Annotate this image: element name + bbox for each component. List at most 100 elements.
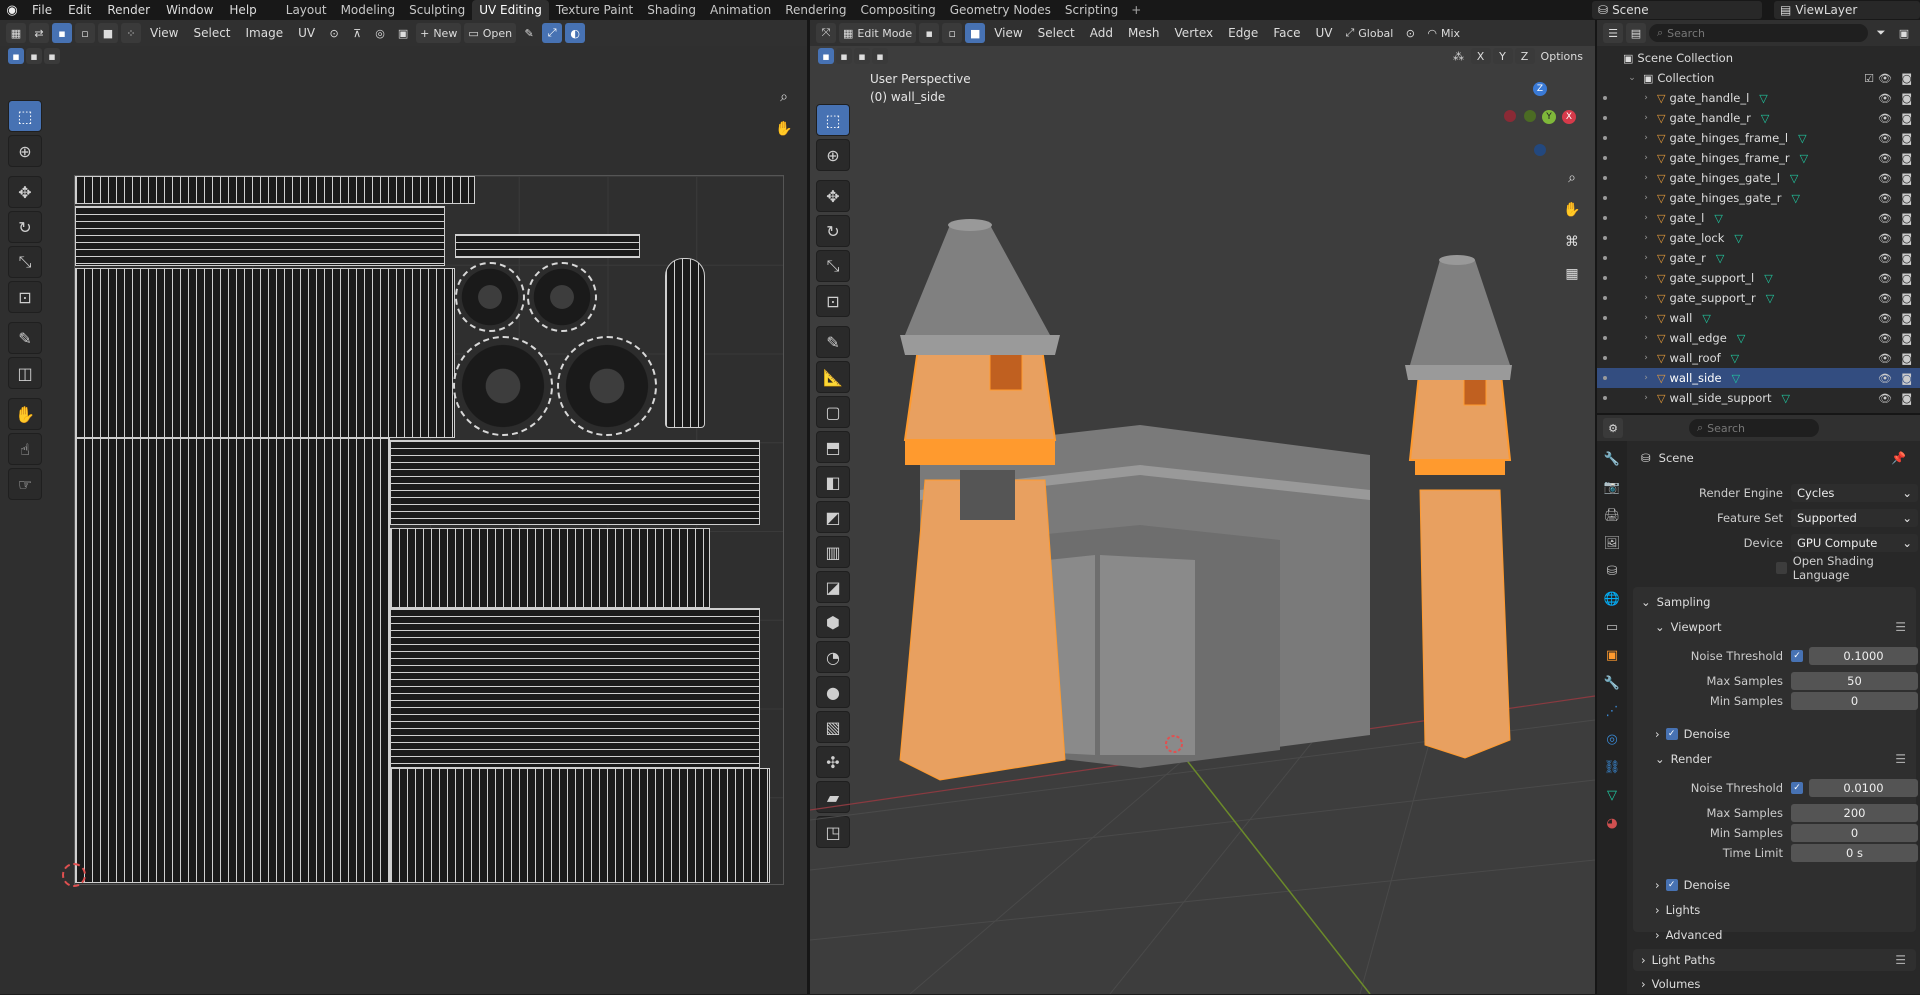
list-icon[interactable]: ☰ — [1895, 752, 1906, 766]
physics-tab-icon[interactable]: ◎ — [1601, 729, 1623, 749]
mesh-data-icon[interactable]: ▽ — [1731, 352, 1739, 365]
render-camera-icon[interactable]: ◙ — [1901, 312, 1912, 325]
pan-hand-icon[interactable]: ✋ — [771, 116, 797, 142]
chevron-right-icon[interactable]: › — [1639, 153, 1653, 163]
move-tool-icon[interactable]: ✥ — [8, 176, 42, 208]
render-camera-icon[interactable]: ◙ — [1901, 92, 1912, 105]
tab-scripting[interactable]: Scripting — [1058, 0, 1125, 20]
outliner-object-row[interactable]: › ▽ gate_handle_l ▽ 👁 ◙ — [1597, 88, 1920, 108]
visibility-eye-icon[interactable]: 👁 — [1878, 72, 1892, 85]
device-dropdown[interactable]: GPU Compute ⌄ — [1791, 534, 1918, 552]
outliner-object-row[interactable]: › ▽ gate_lock ▽ 👁 ◙ — [1597, 228, 1920, 248]
chevron-right-icon[interactable]: › — [1639, 193, 1653, 203]
mesh-data-icon[interactable]: ▽ — [1734, 232, 1742, 245]
menu-help[interactable]: Help — [221, 0, 264, 20]
visibility-eye-icon[interactable]: 👁 — [1878, 92, 1892, 105]
properties-editor-type-icon[interactable]: ⚙ — [1603, 418, 1623, 438]
edit-dot-icon[interactable] — [1603, 96, 1607, 100]
view-layer-tab-icon[interactable]: 🖼 — [1601, 533, 1623, 553]
new-collection-icon[interactable]: ▣ — [1894, 23, 1914, 43]
chevron-right-icon[interactable]: › — [1639, 393, 1653, 403]
chevron-right-icon[interactable]: › — [1639, 273, 1653, 283]
outliner-object-row[interactable]: › ▽ wall ▽ 👁 ◙ — [1597, 308, 1920, 328]
render-camera-icon[interactable]: ◙ — [1901, 292, 1912, 305]
select-mode-subtract-icon[interactable]: ▪ — [44, 48, 60, 64]
outliner-object-row[interactable]: › ▽ gate_r ▽ 👁 ◙ — [1597, 248, 1920, 268]
render-camera-icon[interactable]: ◙ — [1901, 212, 1912, 225]
edit-dot-icon[interactable] — [1603, 256, 1607, 260]
area-divider[interactable] — [807, 20, 810, 994]
chevron-down-icon[interactable]: ⌄ — [1625, 73, 1639, 83]
render-camera-icon[interactable]: ◙ — [1901, 172, 1912, 185]
r-denoise-checkbox[interactable]: ✓ — [1665, 879, 1678, 891]
edit-dot-icon[interactable] — [1603, 116, 1607, 120]
visibility-eye-icon[interactable]: 👁 — [1878, 272, 1892, 285]
outliner-search-input[interactable]: ⌕ Search — [1649, 24, 1868, 42]
tab-animation[interactable]: Animation — [703, 0, 778, 20]
outliner-object-row[interactable]: › ▽ gate_hinges_frame_l ▽ 👁 ◙ — [1597, 128, 1920, 148]
chevron-right-icon[interactable]: › — [1639, 213, 1653, 223]
vp-noise-threshold-field[interactable]: 0.1000 — [1809, 647, 1918, 665]
feature-set-dropdown[interactable]: Supported ⌄ — [1791, 509, 1918, 527]
outliner-object-row[interactable]: › ▽ gate_support_l ▽ 👁 ◙ — [1597, 268, 1920, 288]
volumes-header[interactable]: › Volumes — [1633, 973, 1920, 995]
advanced-row[interactable]: › Advanced — [1655, 924, 1920, 946]
chevron-right-icon[interactable]: › — [1639, 133, 1653, 143]
vp-denoise-checkbox[interactable]: ✓ — [1665, 728, 1678, 740]
chevron-right-icon[interactable]: › — [1639, 113, 1653, 123]
render-camera-icon[interactable]: ◙ — [1901, 332, 1912, 345]
uv-menu-select[interactable]: Select — [187, 26, 236, 40]
edit-dot-icon[interactable] — [1603, 196, 1607, 200]
visibility-eye-icon[interactable]: 👁 — [1878, 152, 1892, 165]
new-image-button[interactable]: + New — [416, 23, 462, 43]
render-camera-icon[interactable]: ◙ — [1901, 272, 1912, 285]
r-min-samples-field[interactable]: 0 — [1791, 824, 1918, 842]
tab-layout[interactable]: Layout — [279, 0, 334, 20]
visibility-eye-icon[interactable]: 👁 — [1878, 212, 1892, 225]
select-box-tool-icon[interactable]: ⬚ — [8, 100, 42, 132]
render-subheader-row[interactable]: ⌄ Render ☰ — [1655, 748, 1920, 770]
uv-overlay-icon[interactable]: ◐ — [565, 23, 586, 43]
pivot-icon[interactable]: ⊙ — [324, 23, 344, 43]
visibility-eye-icon[interactable]: 👁 — [1878, 372, 1892, 385]
edge-select-icon[interactable]: ▫ — [75, 23, 95, 43]
render-camera-icon[interactable]: ◙ — [1901, 392, 1912, 405]
mesh-data-icon[interactable]: ▽ — [1800, 152, 1808, 165]
menu-file[interactable]: File — [24, 0, 60, 20]
render-camera-icon[interactable]: ◙ — [1901, 372, 1912, 385]
tool-tab-icon[interactable]: 🔧 — [1601, 449, 1623, 469]
scene-tab-icon[interactable]: ⛁ — [1601, 561, 1623, 581]
r-noise-threshold-field[interactable]: 0.0100 — [1809, 779, 1918, 797]
mesh-data-icon[interactable]: ▽ — [1791, 192, 1799, 205]
outliner-object-row[interactable]: › ▽ gate_support_r ▽ 👁 ◙ — [1597, 288, 1920, 308]
noise-threshold-checkbox[interactable]: ✓ — [1791, 650, 1803, 662]
render-camera-icon[interactable]: ◙ — [1901, 72, 1912, 85]
render-camera-icon[interactable]: ◙ — [1901, 352, 1912, 365]
visibility-eye-icon[interactable]: 👁 — [1878, 112, 1892, 125]
add-workspace-button[interactable]: + — [1125, 3, 1147, 17]
render-engine-dropdown[interactable]: Cycles ⌄ — [1791, 484, 1918, 502]
area-divider[interactable] — [1597, 413, 1920, 415]
uv-menu-uv[interactable]: UV — [292, 26, 321, 40]
annotate-tool-icon[interactable]: ✎ — [8, 322, 42, 354]
visibility-eye-icon[interactable]: 👁 — [1878, 232, 1892, 245]
checkbox-icon[interactable]: ☑ — [1864, 72, 1874, 85]
material-tab-icon[interactable]: ◕ — [1601, 813, 1623, 833]
display-mode-icon[interactable]: ▤ — [1626, 23, 1646, 43]
chevron-right-icon[interactable]: › — [1639, 173, 1653, 183]
data-tab-icon[interactable]: ▽ — [1601, 785, 1623, 805]
outliner-object-row[interactable]: › ▽ wall_roof ▽ 👁 ◙ — [1597, 348, 1920, 368]
visibility-eye-icon[interactable]: 👁 — [1878, 292, 1892, 305]
outliner-object-row[interactable]: › ▽ gate_l ▽ 👁 ◙ — [1597, 208, 1920, 228]
edit-dot-icon[interactable] — [1603, 376, 1607, 380]
render-camera-icon[interactable]: ◙ — [1901, 112, 1912, 125]
edit-dot-icon[interactable] — [1603, 136, 1607, 140]
r-time-limit-field[interactable]: 0 s — [1791, 844, 1918, 862]
chevron-right-icon[interactable]: › — [1639, 293, 1653, 303]
visibility-eye-icon[interactable]: 👁 — [1878, 332, 1892, 345]
chevron-right-icon[interactable]: › — [1639, 333, 1653, 343]
filter-icon[interactable]: ⏷ — [1871, 23, 1891, 43]
outliner-object-row[interactable]: › ▽ wall_side ▽ 👁 ◙ — [1597, 368, 1920, 388]
outliner-object-row[interactable]: › ▽ gate_hinges_gate_l ▽ 👁 ◙ — [1597, 168, 1920, 188]
list-icon[interactable]: ☰ — [1895, 620, 1906, 634]
